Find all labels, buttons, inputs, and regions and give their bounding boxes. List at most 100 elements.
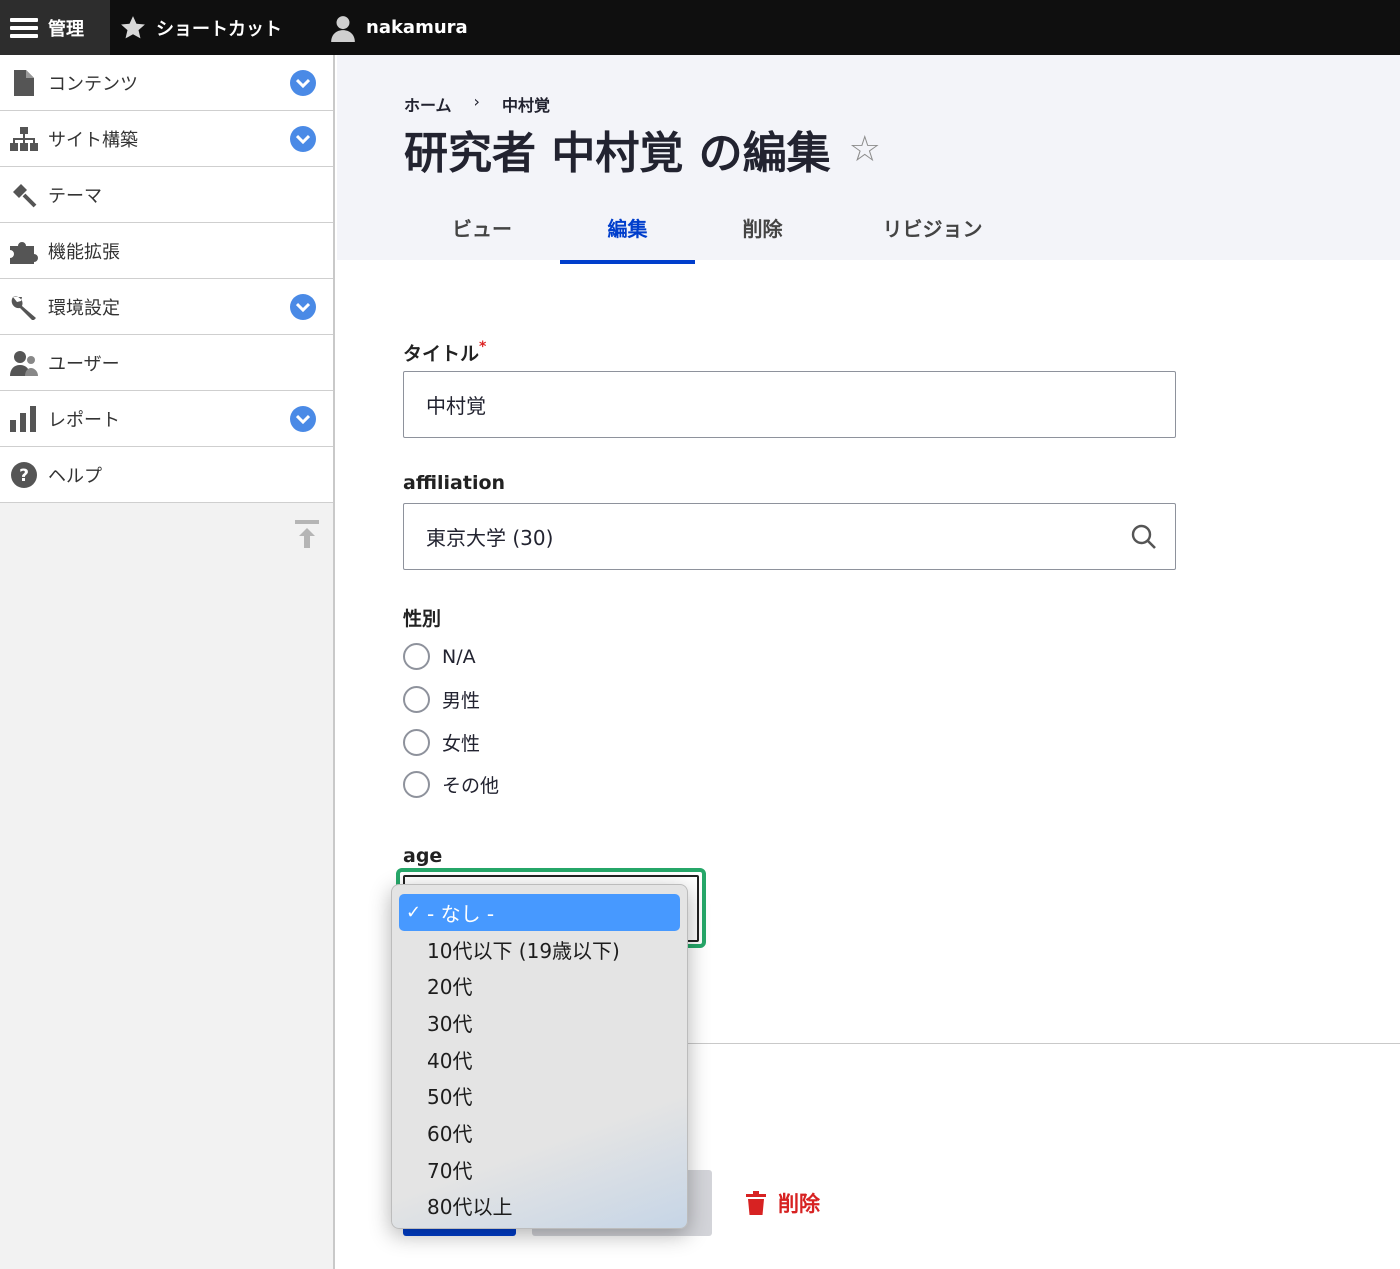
age-option[interactable]: 10代以下 (19歳以下) bbox=[399, 931, 680, 968]
age-option[interactable]: 40代 bbox=[399, 1041, 680, 1078]
age-option[interactable]: 30代 bbox=[399, 1004, 680, 1041]
sidebar-item-extend[interactable]: 機能拡張 bbox=[0, 223, 333, 279]
page-header: ホーム › 中村覚 研究者 中村覚 の編集 ☆ ビュー 編集 削除 リビジョン bbox=[337, 55, 1400, 264]
sidebar-item-label: ヘルプ bbox=[48, 465, 102, 487]
admin-toolbar: 管理 ショートカット nakamura bbox=[0, 0, 1400, 55]
age-label: age bbox=[403, 845, 443, 867]
age-dropdown-list: ✓ - なし - 10代以下 (19歳以下) 20代 30代 40代 50代 60… bbox=[391, 884, 688, 1229]
chevron-down-icon[interactable] bbox=[290, 294, 316, 320]
admin-sidebar: コンテンツ サイト構築 テーマ 機能拡張 環境設定 ユーザー レポート ? ヘル… bbox=[0, 55, 335, 1269]
people-icon bbox=[9, 348, 39, 378]
sidebar-item-label: 機能拡張 bbox=[48, 241, 120, 263]
tab-view[interactable]: ビュー bbox=[404, 205, 560, 264]
sidebar-item-label: テーマ bbox=[48, 185, 102, 207]
toolbar-manage-label: 管理 bbox=[48, 18, 84, 40]
sidebar-item-label: 環境設定 bbox=[48, 297, 120, 319]
age-option-label: 80代以上 bbox=[427, 1195, 513, 1220]
gender-radio-na[interactable]: N/A bbox=[403, 643, 476, 670]
gender-radio-other[interactable]: その他 bbox=[403, 771, 499, 798]
gender-radio-female[interactable]: 女性 bbox=[403, 729, 480, 756]
gender-label: 性別 bbox=[403, 608, 442, 630]
file-icon bbox=[9, 68, 39, 98]
age-option-label: 50代 bbox=[427, 1085, 473, 1110]
radio-label: 男性 bbox=[442, 690, 481, 712]
radio-button[interactable] bbox=[403, 771, 430, 798]
age-option[interactable]: ✓ - なし - bbox=[399, 894, 680, 931]
toolbar-shortcuts-label: ショートカット bbox=[156, 18, 282, 40]
svg-text:?: ? bbox=[19, 466, 29, 486]
age-option-label: 60代 bbox=[427, 1121, 473, 1146]
age-option-label: 30代 bbox=[427, 1011, 473, 1036]
age-option-label: 20代 bbox=[427, 975, 473, 1000]
sidebar-item-label: コンテンツ bbox=[48, 73, 138, 95]
age-option-label: 70代 bbox=[427, 1158, 473, 1183]
radio-label: N/A bbox=[442, 645, 476, 668]
checkmark-icon: ✓ bbox=[406, 901, 422, 923]
sidebar-item-label: レポート bbox=[48, 409, 120, 431]
form-divider bbox=[688, 1043, 1400, 1044]
puzzle-icon bbox=[9, 236, 39, 266]
sitemap-icon bbox=[9, 124, 39, 154]
collapse-arrow-icon bbox=[295, 520, 319, 548]
sidebar-item-help[interactable]: ? ヘルプ bbox=[0, 447, 333, 503]
age-option[interactable]: 50代 bbox=[399, 1077, 680, 1114]
page-title-text: 研究者 中村覚 の編集 bbox=[404, 128, 831, 179]
local-tabs: ビュー 編集 削除 リビジョン bbox=[404, 205, 1035, 264]
user-icon bbox=[331, 15, 355, 42]
breadcrumb-current[interactable]: 中村覚 bbox=[502, 92, 550, 116]
title-input[interactable]: 中村覚 bbox=[403, 371, 1176, 438]
title-input-value: 中村覚 bbox=[426, 394, 486, 418]
affiliation-input[interactable]: 東京大学 (30) bbox=[403, 503, 1176, 570]
menu-icon bbox=[10, 17, 38, 38]
age-option-label: 10代以下 (19歳以下) bbox=[427, 938, 620, 963]
bar-chart-icon bbox=[9, 404, 39, 434]
search-icon bbox=[1131, 524, 1156, 549]
age-option[interactable]: 60代 bbox=[399, 1114, 680, 1151]
toolbar-shortcuts[interactable]: ショートカット bbox=[110, 0, 296, 55]
tab-delete[interactable]: 削除 bbox=[695, 205, 830, 264]
delete-link[interactable]: 削除 bbox=[746, 1188, 820, 1218]
sidebar-item-appearance[interactable]: テーマ bbox=[0, 167, 333, 223]
paint-roller-icon bbox=[9, 180, 39, 210]
tab-revisions[interactable]: リビジョン bbox=[830, 205, 1035, 264]
age-option[interactable]: 20代 bbox=[399, 967, 680, 1004]
age-option-label: 40代 bbox=[427, 1048, 473, 1073]
radio-label: 女性 bbox=[442, 733, 481, 755]
sidebar-item-reports[interactable]: レポート bbox=[0, 391, 333, 447]
chevron-down-icon[interactable] bbox=[290, 406, 316, 432]
toolbar-user[interactable]: nakamura bbox=[320, 0, 482, 55]
title-label-text: タイトル bbox=[403, 343, 480, 365]
gender-radio-male[interactable]: 男性 bbox=[403, 686, 480, 713]
toolbar-manage[interactable]: 管理 bbox=[0, 0, 110, 55]
sidebar-collapse-button[interactable] bbox=[295, 520, 319, 554]
chevron-down-icon[interactable] bbox=[290, 70, 316, 96]
required-marker: * bbox=[479, 339, 487, 355]
age-option[interactable]: 80代以上 bbox=[399, 1188, 680, 1225]
page-title: 研究者 中村覚 の編集 ☆ bbox=[404, 117, 881, 181]
radio-button[interactable] bbox=[403, 729, 430, 756]
radio-label: その他 bbox=[442, 775, 500, 797]
chevron-down-icon[interactable] bbox=[290, 126, 316, 152]
title-label: タイトル* bbox=[403, 339, 486, 366]
help-icon: ? bbox=[9, 460, 39, 490]
breadcrumb-separator: › bbox=[473, 92, 480, 111]
affiliation-input-value: 東京大学 (30) bbox=[426, 526, 554, 550]
sidebar-item-label: サイト構築 bbox=[48, 129, 138, 151]
sidebar-item-label: ユーザー bbox=[48, 353, 120, 375]
tab-edit[interactable]: 編集 bbox=[560, 205, 695, 264]
breadcrumb: ホーム › 中村覚 bbox=[404, 92, 550, 116]
favorite-star-icon[interactable]: ☆ bbox=[849, 129, 881, 170]
wrench-icon bbox=[9, 292, 39, 322]
age-option-label: - なし - bbox=[427, 901, 495, 926]
sidebar-item-structure[interactable]: サイト構築 bbox=[0, 111, 333, 167]
star-icon bbox=[121, 15, 145, 38]
radio-button[interactable] bbox=[403, 686, 430, 713]
radio-button[interactable] bbox=[403, 643, 430, 670]
sidebar-item-configuration[interactable]: 環境設定 bbox=[0, 279, 333, 335]
toolbar-user-label: nakamura bbox=[366, 17, 468, 38]
sidebar-item-people[interactable]: ユーザー bbox=[0, 335, 333, 391]
trash-icon bbox=[746, 1191, 766, 1215]
breadcrumb-home[interactable]: ホーム bbox=[404, 92, 452, 116]
age-option[interactable]: 70代 bbox=[399, 1151, 680, 1188]
sidebar-item-content[interactable]: コンテンツ bbox=[0, 55, 333, 111]
